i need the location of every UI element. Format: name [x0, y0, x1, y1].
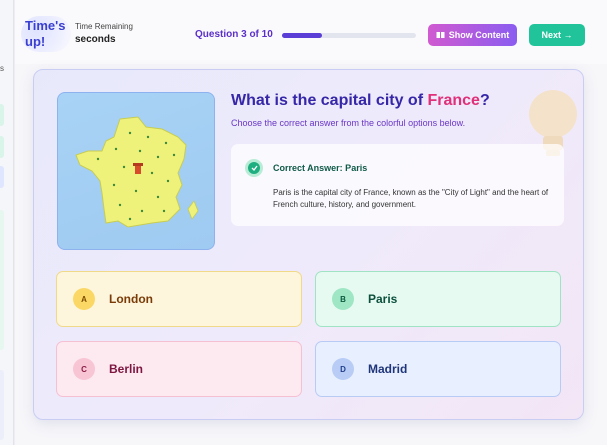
book-icon: [436, 32, 445, 38]
correct-answer-panel: Correct Answer: Paris Paris is the capit…: [231, 144, 564, 226]
progress-fill: [282, 33, 323, 38]
option-text: Paris: [368, 292, 398, 306]
option-text: Madrid: [368, 362, 408, 376]
show-content-label: Show Content: [448, 30, 510, 40]
option-c[interactable]: C Berlin: [56, 341, 302, 397]
quiz-page: Time's up! Time Remaining seconds Questi…: [15, 0, 607, 445]
times-up-label: Time's up!: [25, 18, 66, 49]
next-button[interactable]: Next →: [529, 24, 585, 46]
question-title-suffix: ?: [479, 92, 490, 109]
option-letter: D: [332, 358, 354, 380]
question-counter: Question 3 of 10: [195, 29, 273, 40]
option-letter: B: [332, 288, 354, 310]
france-map-icon: [57, 92, 215, 250]
progress-bar: [282, 33, 416, 38]
question-title-prefix: What is the capital city of: [231, 92, 428, 109]
show-content-button[interactable]: Show Content: [428, 24, 517, 46]
question-subtitle: Choose the correct answer from the color…: [231, 118, 466, 128]
question-title: What is the capital city of France?: [231, 92, 490, 110]
option-text: London: [109, 292, 153, 306]
side-panel-item: [0, 370, 4, 440]
check-icon: [245, 159, 263, 177]
time-remaining-value: seconds: [75, 34, 116, 45]
correct-answer-description: Paris is the capital city of France, kno…: [273, 188, 549, 209]
side-panel-item: [0, 136, 4, 158]
side-panel-item: [0, 166, 4, 188]
side-panel: s: [0, 0, 14, 445]
question-card: What is the capital city of France? Choo…: [33, 69, 584, 420]
next-label: Next →: [541, 30, 573, 40]
side-panel-item: [0, 104, 4, 126]
quiz-header: Time's up! Time Remaining seconds Questi…: [15, 0, 607, 64]
option-d[interactable]: D Madrid: [315, 341, 561, 397]
option-b[interactable]: B Paris: [315, 271, 561, 327]
question-title-highlight: France: [427, 92, 480, 109]
option-letter: C: [73, 358, 95, 380]
option-letter: A: [73, 288, 95, 310]
option-a[interactable]: A London: [56, 271, 302, 327]
side-panel-fragment: s: [0, 64, 4, 73]
time-remaining-label: Time Remaining: [75, 22, 133, 31]
option-text: Berlin: [109, 362, 144, 376]
correct-answer-heading: Correct Answer: Paris: [273, 163, 368, 173]
france-map-graphic: [75, 116, 199, 228]
side-panel-item: [0, 210, 4, 350]
